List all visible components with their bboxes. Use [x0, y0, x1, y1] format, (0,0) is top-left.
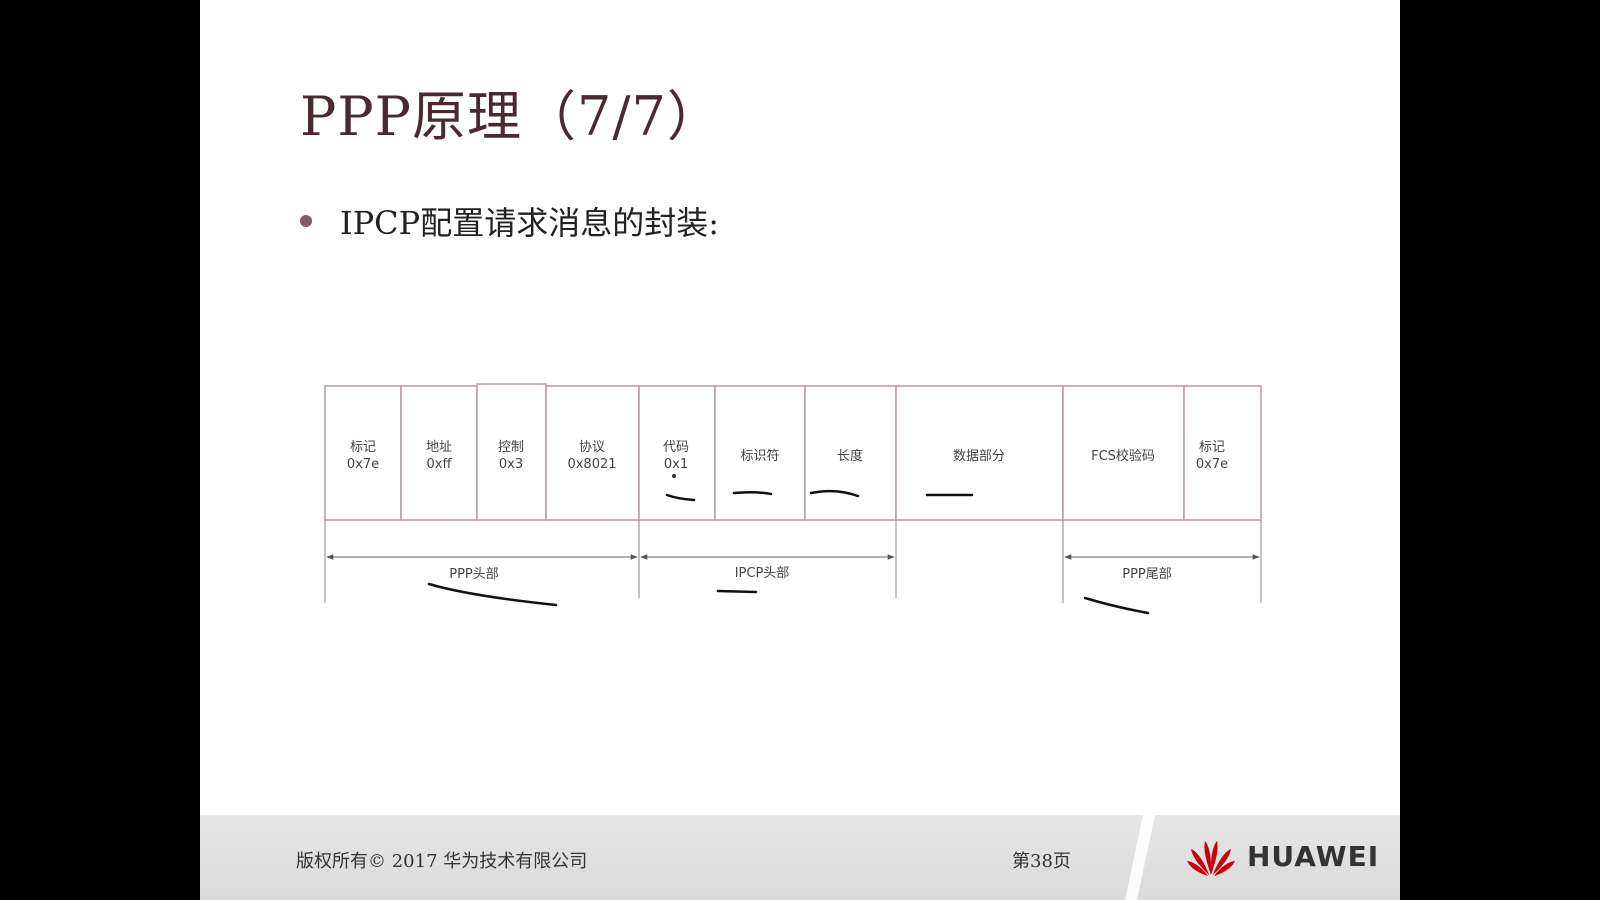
- field-value: 0x7e: [347, 457, 379, 472]
- slide-footer: 版权所有© 2017 华为技术有限公司 第38页 HUAWEI: [200, 815, 1400, 900]
- annotation-stroke: [716, 589, 758, 594]
- field-value: 0xff: [427, 457, 453, 472]
- field-name: 数据部分: [953, 449, 1005, 464]
- field-value: 0x8021: [567, 457, 616, 472]
- field-name: 长度: [837, 448, 863, 464]
- huawei-flower-icon: [1187, 841, 1235, 876]
- field-value: 0x7e: [1196, 457, 1228, 472]
- span-label-ppp-header: PPP头部: [449, 567, 499, 582]
- logo-text: HUAWEI: [1247, 839, 1380, 873]
- field-name: 协议: [579, 440, 605, 455]
- span-label-ppp-trailer: PPP尾部: [1122, 567, 1172, 582]
- page-number: 第38页: [1012, 851, 1071, 872]
- span-label-ipcp-header: IPCP头部: [735, 566, 790, 581]
- field-name: 标记: [1199, 440, 1225, 455]
- slide: PPP原理（7/7） IPCP配置请求消息的封装: 标记 0x7e 地址 0xf…: [200, 0, 1400, 900]
- field-name: 控制: [498, 440, 524, 455]
- field-name: FCS校验码: [1091, 448, 1155, 464]
- field-name: 标识符: [740, 448, 779, 464]
- field-name: 标记: [350, 440, 376, 455]
- huawei-logo: HUAWEI: [1185, 835, 1379, 877]
- annotation-stroke: [427, 582, 558, 607]
- field-value: 0x3: [499, 457, 523, 472]
- cursor-dot: [672, 474, 676, 478]
- field-value: 0x1: [664, 457, 688, 472]
- field-name: 地址: [426, 440, 452, 455]
- ppp-frame-diagram: 标记 0x7e 地址 0xff 控制 0x3 协议 0x8021 代码 0x1 …: [324, 383, 1262, 615]
- copyright-text: 版权所有© 2017 华为技术有限公司: [296, 851, 588, 872]
- field-name: 代码: [663, 440, 689, 455]
- annotation-stroke: [1083, 596, 1150, 615]
- footer-divider: [1125, 815, 1155, 900]
